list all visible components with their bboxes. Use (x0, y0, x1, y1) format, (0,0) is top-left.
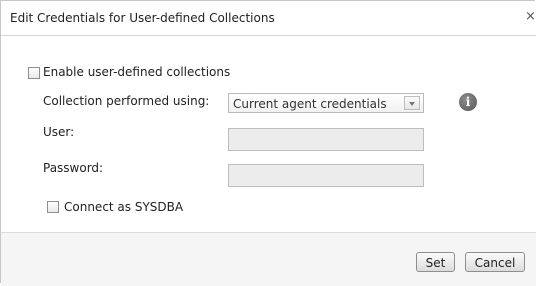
enable-collections-checkbox[interactable] (28, 67, 40, 79)
sysdba-checkbox[interactable] (47, 201, 59, 213)
dialog-title: Edit Credentials for User-defined Collec… (10, 11, 275, 25)
sysdba-label[interactable]: Connect as SYSDBA (64, 200, 183, 214)
cancel-button[interactable]: Cancel (465, 252, 525, 272)
set-button[interactable]: Set (416, 252, 455, 272)
password-label: Password: (43, 161, 104, 175)
collection-method-select[interactable]: Current agent credentials (228, 93, 424, 113)
collection-method-value: Current agent credentials (233, 97, 387, 111)
enable-collections-label[interactable]: Enable user-defined collections (43, 65, 230, 79)
user-label: User: (43, 125, 75, 139)
info-icon[interactable]: i (459, 93, 477, 111)
dialog-footer (1, 232, 536, 286)
user-field[interactable] (228, 128, 424, 151)
password-field[interactable] (228, 164, 424, 187)
dialog-titlebar: Edit Credentials for User-defined Collec… (1, 1, 536, 36)
close-icon[interactable]: × (525, 10, 536, 24)
chevron-down-icon[interactable] (404, 96, 420, 110)
edit-credentials-dialog: Edit Credentials for User-defined Collec… (0, 0, 536, 286)
collection-method-label: Collection performed using: (43, 94, 210, 108)
